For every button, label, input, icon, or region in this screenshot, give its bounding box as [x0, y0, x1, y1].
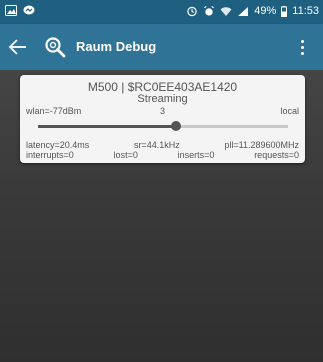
- alarm-icon: [204, 5, 215, 16]
- stats-row-2: interrupts=0 lost=0 inserts=0 requests=0: [26, 150, 299, 160]
- battery-percent: 49%: [254, 5, 277, 17]
- signal-icon: [238, 6, 249, 16]
- back-arrow-icon[interactable]: [4, 32, 34, 62]
- source-label: local: [280, 106, 299, 116]
- device-title: M500 | $RC0EE403AE1420: [87, 80, 238, 94]
- page-title: Raum Debug: [76, 39, 157, 54]
- device-card[interactable]: M500 | $RC0EE403AE1420 Streaming wlan=-7…: [20, 75, 305, 163]
- lost-stat: lost=0: [113, 150, 138, 160]
- sync-icon: [187, 6, 197, 16]
- volume-slider-fill: [38, 125, 176, 128]
- stats-row-1: latency=20.4ms sr=44.1kHz pll=11.289600M…: [26, 140, 299, 150]
- clock: 11:53: [292, 5, 319, 17]
- sample-rate-stat: sr=44.1kHz: [133, 140, 180, 150]
- interrupts-stat: interrupts=0: [26, 150, 74, 160]
- inserts-stat: inserts=0: [177, 150, 215, 160]
- device-state: Streaming: [137, 93, 188, 105]
- volume-slider-thumb[interactable]: [170, 121, 181, 131]
- status-right-icons: 49% 11:53: [186, 5, 319, 17]
- messenger-icon: [23, 5, 35, 15]
- more-vert-icon[interactable]: [291, 36, 313, 58]
- latency-stat: latency=20.4ms: [26, 140, 90, 150]
- status-left-icons: [5, 5, 35, 16]
- battery-icon: [281, 5, 288, 17]
- image-icon: [5, 5, 17, 16]
- status-bar: 49% 11:53: [0, 0, 323, 24]
- pll-stat: pll=11.289600MHz: [224, 140, 299, 150]
- app-bar: Raum Debug: [0, 24, 323, 70]
- main-content: M500 | $RC0EE403AE1420 Streaming wlan=-7…: [0, 70, 323, 362]
- volume-slider[interactable]: [38, 121, 288, 131]
- volume-value: 3: [159, 106, 165, 116]
- wifi-icon: [220, 6, 232, 16]
- magnifier-icon: [45, 37, 66, 58]
- requests-stat: requests=0: [254, 150, 299, 160]
